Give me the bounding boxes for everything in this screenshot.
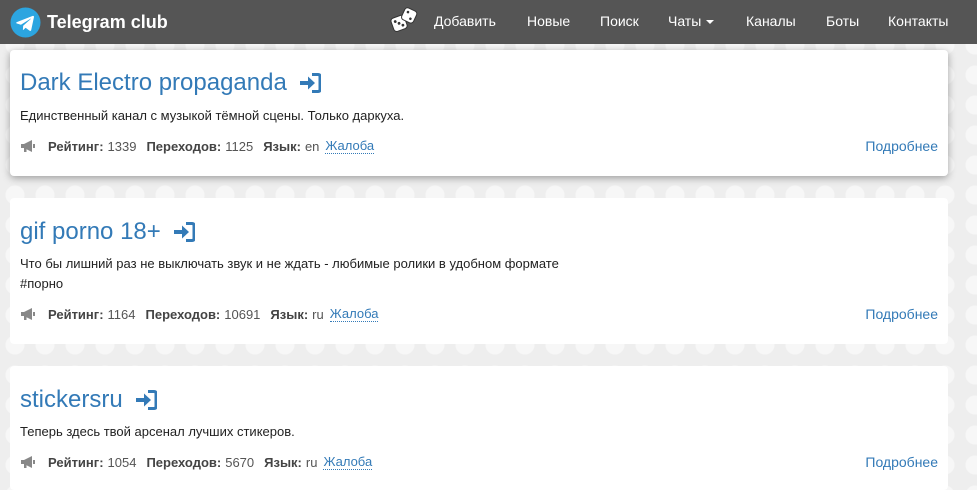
channel-title: gif porno 18+ (20, 218, 161, 245)
channel-title-link[interactable]: gif porno 18+ (20, 218, 195, 246)
visits-value: 1125 (225, 138, 254, 154)
brand-link[interactable]: Telegram club (10, 6, 168, 38)
channel-title-link[interactable]: Dark Electro propaganda (20, 69, 321, 97)
channel-description: Что бы лишний раз не выключать звук и не… (20, 256, 559, 271)
enter-channel-icon[interactable] (135, 390, 157, 410)
dice-random-icon[interactable] (389, 6, 419, 36)
visits-value: 10691 (224, 306, 261, 322)
megaphone-icon (21, 456, 35, 468)
details-link[interactable]: Подробнее (865, 454, 938, 470)
channel-description: Теперь здесь твой арсенал лучших стикеро… (20, 424, 295, 439)
details-link[interactable]: Подробнее (865, 306, 938, 322)
rating-value: 1054 (107, 454, 137, 470)
brand-name: Telegram club (47, 11, 168, 32)
channel-card: stickersru Теперь здесь твой арсенал луч… (10, 366, 948, 490)
complaint-link[interactable]: Жалоба (325, 138, 375, 154)
caret-down-icon (706, 20, 715, 25)
language-value: ru (305, 454, 318, 470)
nav-search[interactable]: Поиск (600, 13, 639, 29)
enter-channel-icon[interactable] (173, 222, 195, 242)
rating-label: Рейтинг: (48, 138, 104, 154)
channel-title-link[interactable]: stickersru (20, 386, 157, 414)
channel-title: Dark Electro propaganda (20, 69, 287, 96)
channel-title: stickersru (20, 386, 123, 413)
nav-contacts[interactable]: Контакты (888, 13, 948, 29)
visits-value: 5670 (225, 454, 255, 470)
megaphone-icon (21, 308, 35, 320)
enter-channel-icon[interactable] (299, 73, 321, 93)
rating-value: 1339 (107, 138, 137, 154)
nav-bots[interactable]: Боты (826, 13, 859, 29)
nav-channels[interactable]: Каналы (746, 13, 796, 29)
complaint-link[interactable]: Жалоба (329, 306, 379, 322)
channel-card: gif porno 18+ Что бы лишний раз не выклю… (10, 198, 948, 344)
language-value: ru (312, 306, 324, 322)
nav-add[interactable]: Добавить (434, 13, 496, 29)
channel-meta: Рейтинг: 1339 Переходов: 1125 Язык: en Жало… (20, 138, 375, 154)
megaphone-icon (21, 140, 35, 152)
details-link[interactable]: Подробнее (865, 138, 938, 154)
language-label: Язык: (263, 138, 301, 154)
channel-meta: Рейтинг: 1164 Переходов: 10691 Язык: ru Жал… (20, 306, 379, 322)
nav-chats-label: Чаты (668, 13, 702, 29)
channel-meta: Рейтинг: 1054 Переходов: 5670 Язык: ru Жало… (20, 454, 373, 470)
visits-label: Переходов: (146, 454, 222, 470)
channel-description: Единственный канал с музыкой тёмной сцен… (20, 108, 405, 123)
nav-new[interactable]: Новые (527, 13, 570, 29)
telegram-logo-icon (10, 6, 41, 38)
visits-label: Переходов: (146, 138, 222, 154)
language-value: en (304, 138, 320, 154)
visits-label: Переходов: (145, 306, 221, 322)
rating-label: Рейтинг: (48, 306, 104, 322)
rating-value: 1164 (107, 306, 136, 322)
rating-label: Рейтинг: (48, 454, 104, 470)
channel-card: Dark Electro propaganda Единственный кан… (10, 50, 948, 176)
nav-chats-dropdown[interactable]: Чаты (668, 13, 715, 29)
complaint-link[interactable]: Жалоба (323, 454, 373, 470)
top-navbar: Telegram club Добавить Новые Поиск Чаты … (0, 0, 977, 44)
channel-hashtag: #порно (20, 276, 64, 291)
language-label: Язык: (264, 454, 302, 470)
language-label: Язык: (270, 306, 309, 322)
